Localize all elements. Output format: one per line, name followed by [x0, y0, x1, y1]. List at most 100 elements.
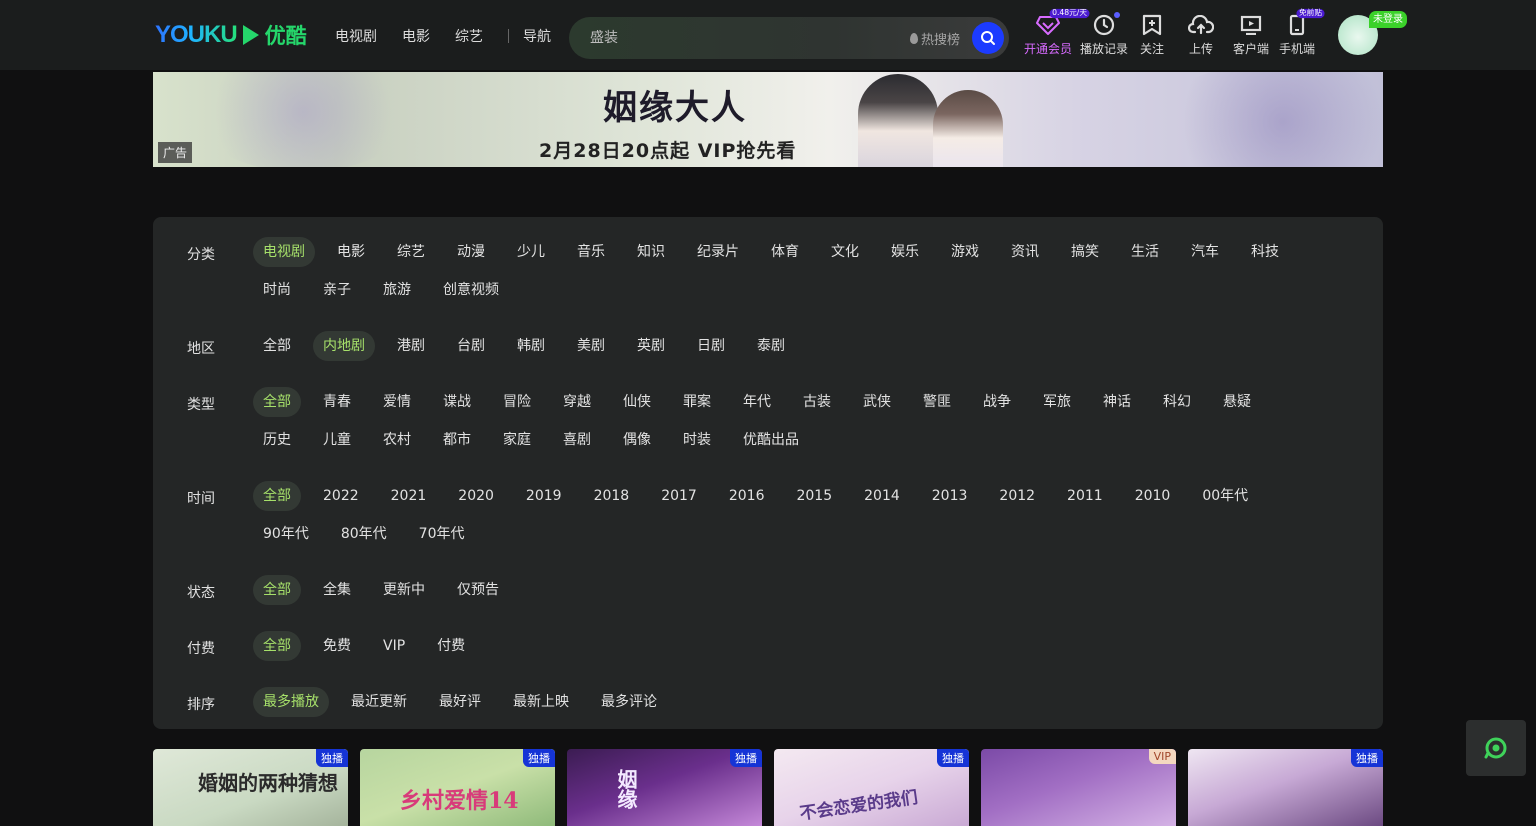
filter-option[interactable]: 爱情 — [373, 387, 421, 417]
video-card[interactable]: 独播 — [1188, 749, 1383, 826]
filter-option[interactable]: 偶像 — [613, 425, 661, 455]
filter-option[interactable]: 旅游 — [373, 275, 421, 305]
filter-option[interactable]: 全部 — [253, 481, 301, 511]
customer-service-button[interactable] — [1466, 720, 1526, 776]
filter-option[interactable]: 内地剧 — [313, 331, 375, 361]
nav-item-variety[interactable]: 综艺 — [455, 26, 483, 46]
video-card[interactable]: 姻缘 独播 — [567, 749, 762, 826]
search-input[interactable] — [569, 17, 910, 59]
filter-option[interactable]: 最多评论 — [591, 687, 667, 717]
filter-option[interactable]: 全部 — [253, 331, 301, 361]
filter-option[interactable]: 亲子 — [313, 275, 361, 305]
hot-search-link[interactable]: 热搜榜 — [909, 29, 960, 48]
filter-option[interactable]: 游戏 — [941, 237, 989, 267]
filter-option[interactable]: 全部 — [253, 575, 301, 605]
filter-option[interactable]: VIP — [373, 631, 415, 661]
filter-option[interactable]: 更新中 — [373, 575, 435, 605]
filter-option[interactable]: 最好评 — [429, 687, 491, 717]
history-button[interactable]: 播放记录 — [1076, 10, 1132, 57]
filter-option[interactable]: 2016 — [719, 481, 775, 511]
filter-option[interactable]: 文化 — [821, 237, 869, 267]
filter-option[interactable]: 音乐 — [567, 237, 615, 267]
search-button[interactable] — [972, 22, 1004, 54]
filter-option[interactable]: 穿越 — [553, 387, 601, 417]
filter-option[interactable]: 2011 — [1057, 481, 1113, 511]
video-card[interactable]: 婚姻的两种猜想 独播 — [153, 749, 348, 826]
filter-option[interactable]: 儿童 — [313, 425, 361, 455]
filter-option[interactable]: 仅预告 — [447, 575, 509, 605]
filter-option[interactable]: 2014 — [854, 481, 910, 511]
filter-option[interactable]: 2019 — [516, 481, 572, 511]
client-button[interactable]: 客户端 — [1230, 10, 1272, 57]
filter-option[interactable]: 英剧 — [627, 331, 675, 361]
filter-option[interactable]: 娱乐 — [881, 237, 929, 267]
filter-option[interactable]: 2022 — [313, 481, 369, 511]
filter-option[interactable]: 知识 — [627, 237, 675, 267]
filter-option[interactable]: 免费 — [313, 631, 361, 661]
filter-option[interactable]: 2010 — [1125, 481, 1181, 511]
filter-option[interactable]: 全集 — [313, 575, 361, 605]
youku-logo[interactable]: YOUKU 优酷 — [155, 20, 307, 50]
filter-option[interactable]: 全部 — [253, 387, 301, 417]
filter-option[interactable]: 古装 — [793, 387, 841, 417]
follow-button[interactable]: 关注 — [1132, 10, 1172, 57]
filter-option[interactable]: 资讯 — [1001, 237, 1049, 267]
filter-option[interactable]: 喜剧 — [553, 425, 601, 455]
filter-option[interactable]: 谍战 — [433, 387, 481, 417]
filter-option[interactable]: 家庭 — [493, 425, 541, 455]
video-card[interactable]: VIP — [981, 749, 1176, 826]
filter-option[interactable]: 青春 — [313, 387, 361, 417]
filter-option[interactable]: 少儿 — [507, 237, 555, 267]
filter-option[interactable]: 警匪 — [913, 387, 961, 417]
filter-option[interactable]: 综艺 — [387, 237, 435, 267]
filter-option[interactable]: 2017 — [651, 481, 707, 511]
filter-option[interactable]: 2018 — [584, 481, 640, 511]
upload-button[interactable]: 上传 — [1172, 10, 1230, 57]
nav-item-tv[interactable]: 电视剧 — [335, 26, 377, 46]
filter-option[interactable]: 武侠 — [853, 387, 901, 417]
filter-option[interactable]: 2013 — [922, 481, 978, 511]
filter-option[interactable]: 历史 — [253, 425, 301, 455]
filter-option[interactable]: 悬疑 — [1213, 387, 1261, 417]
filter-option[interactable]: 体育 — [761, 237, 809, 267]
filter-option[interactable]: 科幻 — [1153, 387, 1201, 417]
filter-option[interactable]: 电视剧 — [253, 237, 315, 267]
filter-option[interactable]: 2012 — [989, 481, 1045, 511]
filter-option[interactable]: 战争 — [973, 387, 1021, 417]
filter-option[interactable]: 冒险 — [493, 387, 541, 417]
filter-option[interactable]: 美剧 — [567, 331, 615, 361]
filter-option[interactable]: 纪录片 — [687, 237, 749, 267]
filter-option[interactable]: 最近更新 — [341, 687, 417, 717]
filter-option[interactable]: 电影 — [327, 237, 375, 267]
filter-option[interactable]: 80年代 — [331, 519, 397, 549]
filter-option[interactable]: 优酷出品 — [733, 425, 809, 455]
ad-banner[interactable]: 姻缘大人 2月28日20点起 VIP抢先看 广告 — [153, 72, 1383, 167]
filter-option[interactable]: 罪案 — [673, 387, 721, 417]
filter-option[interactable]: 日剧 — [687, 331, 735, 361]
filter-option[interactable]: 创意视频 — [433, 275, 509, 305]
filter-option[interactable]: 搞笑 — [1061, 237, 1109, 267]
filter-option[interactable]: 年代 — [733, 387, 781, 417]
nav-item-movie[interactable]: 电影 — [402, 26, 430, 46]
open-vip-button[interactable]: 0.48元/天 开通会员 — [1020, 8, 1090, 57]
filter-option[interactable]: 港剧 — [387, 331, 435, 361]
filter-option[interactable]: 生活 — [1121, 237, 1169, 267]
filter-option[interactable]: 最新上映 — [503, 687, 579, 717]
filter-option[interactable]: 仙侠 — [613, 387, 661, 417]
filter-option[interactable]: 付费 — [427, 631, 475, 661]
filter-option[interactable]: 90年代 — [253, 519, 319, 549]
filter-option[interactable]: 时装 — [673, 425, 721, 455]
filter-option[interactable]: 最多播放 — [253, 687, 329, 717]
mobile-button[interactable]: 免前贴 手机端 — [1272, 8, 1325, 57]
filter-option[interactable]: 科技 — [1241, 237, 1289, 267]
filter-option[interactable]: 韩剧 — [507, 331, 555, 361]
filter-option[interactable]: 都市 — [433, 425, 481, 455]
filter-option[interactable]: 2021 — [381, 481, 437, 511]
filter-option[interactable]: 泰剧 — [747, 331, 795, 361]
filter-option[interactable]: 动漫 — [447, 237, 495, 267]
filter-option[interactable]: 00年代 — [1192, 481, 1258, 511]
video-card[interactable]: 不会恋爱的我们 独播 — [774, 749, 969, 826]
video-card[interactable]: 乡村爱情14 独播 — [360, 749, 555, 826]
filter-option[interactable]: 时尚 — [253, 275, 301, 305]
filter-option[interactable]: 农村 — [373, 425, 421, 455]
